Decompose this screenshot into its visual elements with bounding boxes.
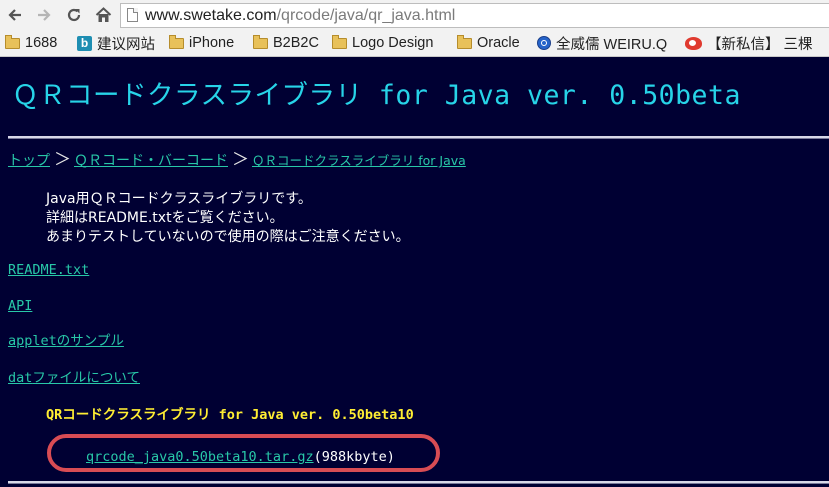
release-title: QRコードクラスライブラリ for Java ver. 0.50beta10 <box>46 406 414 424</box>
breadcrumb-separator: ＞ <box>54 150 71 170</box>
release-title-jp: コードクラスライブラリ <box>62 407 211 423</box>
bookmark-label: 全威儒 WEIRU.Q <box>556 36 668 53</box>
intro-line: あまりテストしていないので使用の際はご注意ください。 <box>46 229 410 245</box>
arrow-right-icon <box>38 9 51 21</box>
applet-link-prefix: applet <box>8 333 57 349</box>
breadcrumb-separator: ＞ <box>232 150 249 170</box>
bookmark-label: Logo Design <box>352 35 434 51</box>
release-title-prefix: QR <box>46 407 63 423</box>
home-icon <box>95 7 111 22</box>
dat-link-prefix: dat <box>8 370 33 386</box>
intro-line: Java用ＱＲコードクラスライブラリです。 <box>46 191 312 207</box>
bookmark-label: 【新私信】 三棵 <box>707 36 813 53</box>
bookmark-logo-design[interactable]: Logo Design <box>332 33 433 53</box>
applet-sample-link[interactable]: appletのサンプル <box>8 332 124 350</box>
bookmark-label: Oracle <box>477 35 520 51</box>
dat-file-link[interactable]: datファイルについて <box>8 369 140 387</box>
bookmark-suggested-sites[interactable]: b 建议网站 <box>77 33 155 53</box>
reload-icon <box>67 8 81 22</box>
url-path: /qrcode/java/qr_java.html <box>276 7 456 24</box>
bookmarks-bar: 1688 b 建议网站 iPhone B2B2C Logo Design Ora… <box>0 31 829 55</box>
bookmark-b2b2c[interactable]: B2B2C <box>253 33 319 53</box>
bookmark-weiru[interactable]: 全威儒 WEIRU.Q <box>537 33 667 53</box>
readme-link[interactable]: README.txt <box>8 261 89 279</box>
bing-icon: b <box>77 35 92 51</box>
home-button[interactable] <box>92 4 114 26</box>
address-bar[interactable]: www.swetake.com/qrcode/java/qr_java.html <box>120 3 829 28</box>
page-content: ＱＲコードクラスライブラリ for Java ver. 0.50beta トップ… <box>0 57 829 487</box>
bookmark-oracle[interactable]: Oracle <box>457 33 520 53</box>
breadcrumb: トップ＞ ＱＲコード・バーコード＞ ＱＲコードクラスライブラリ for Java <box>8 150 466 171</box>
globe-icon <box>537 36 551 50</box>
bookmark-label: B2B2C <box>273 35 319 51</box>
back-button[interactable] <box>4 4 26 26</box>
divider-bottom <box>8 481 829 484</box>
reload-button[interactable] <box>63 4 85 26</box>
page-title: ＱＲコードクラスライブラリ for Java ver. 0.50beta <box>12 80 741 111</box>
dat-link-suffix: ファイルについて <box>32 370 140 386</box>
bookmark-1688[interactable]: 1688 <box>5 33 57 53</box>
bookmark-weibo-messages[interactable]: 【新私信】 三棵 <box>685 33 813 53</box>
release-title-suffix: for Java ver. 0.50beta10 <box>210 407 414 423</box>
bookmark-iphone[interactable]: iPhone <box>169 33 234 53</box>
folder-icon <box>5 34 20 49</box>
url-text: www.swetake.com/qrcode/java/qr_java.html <box>145 6 455 26</box>
breadcrumb-current-link[interactable]: ＱＲコードクラスライブラリ for Java <box>252 153 466 168</box>
download-size: (988kbyte) <box>313 449 395 465</box>
breadcrumb-qrcode-barcode-link[interactable]: ＱＲコード・バーコード <box>74 153 228 169</box>
folder-icon <box>253 34 268 49</box>
applet-link-suffix: のサンプル <box>56 333 124 349</box>
download-link[interactable]: qrcode_java0.50beta10.tar.gz <box>86 449 314 465</box>
bookmark-label: 1688 <box>25 35 58 51</box>
intro-text: Java用ＱＲコードクラスライブラリです。 詳細はREADME.txtをご覧くだ… <box>46 190 410 247</box>
arrow-left-icon <box>8 9 21 21</box>
url-host: www.swetake.com <box>145 7 277 24</box>
folder-icon <box>457 34 472 49</box>
navigation-bar: www.swetake.com/qrcode/java/qr_java.html <box>0 0 829 31</box>
bookmark-label: iPhone <box>189 35 235 51</box>
bookmark-label: 建议网站 <box>97 36 155 53</box>
download-item: qrcode_java0.50beta10.tar.gz(988kbyte) <box>86 448 395 466</box>
intro-line: 詳細はREADME.txtをご覧ください。 <box>46 210 284 226</box>
forward-button[interactable] <box>33 4 55 26</box>
browser-chrome: www.swetake.com/qrcode/java/qr_java.html… <box>0 0 829 57</box>
folder-icon <box>169 34 184 49</box>
folder-icon <box>332 34 347 49</box>
page-icon <box>127 8 138 22</box>
api-link[interactable]: API <box>8 297 32 315</box>
divider-top <box>8 136 829 139</box>
breadcrumb-top-link[interactable]: トップ <box>8 153 50 169</box>
weibo-icon <box>685 36 702 50</box>
